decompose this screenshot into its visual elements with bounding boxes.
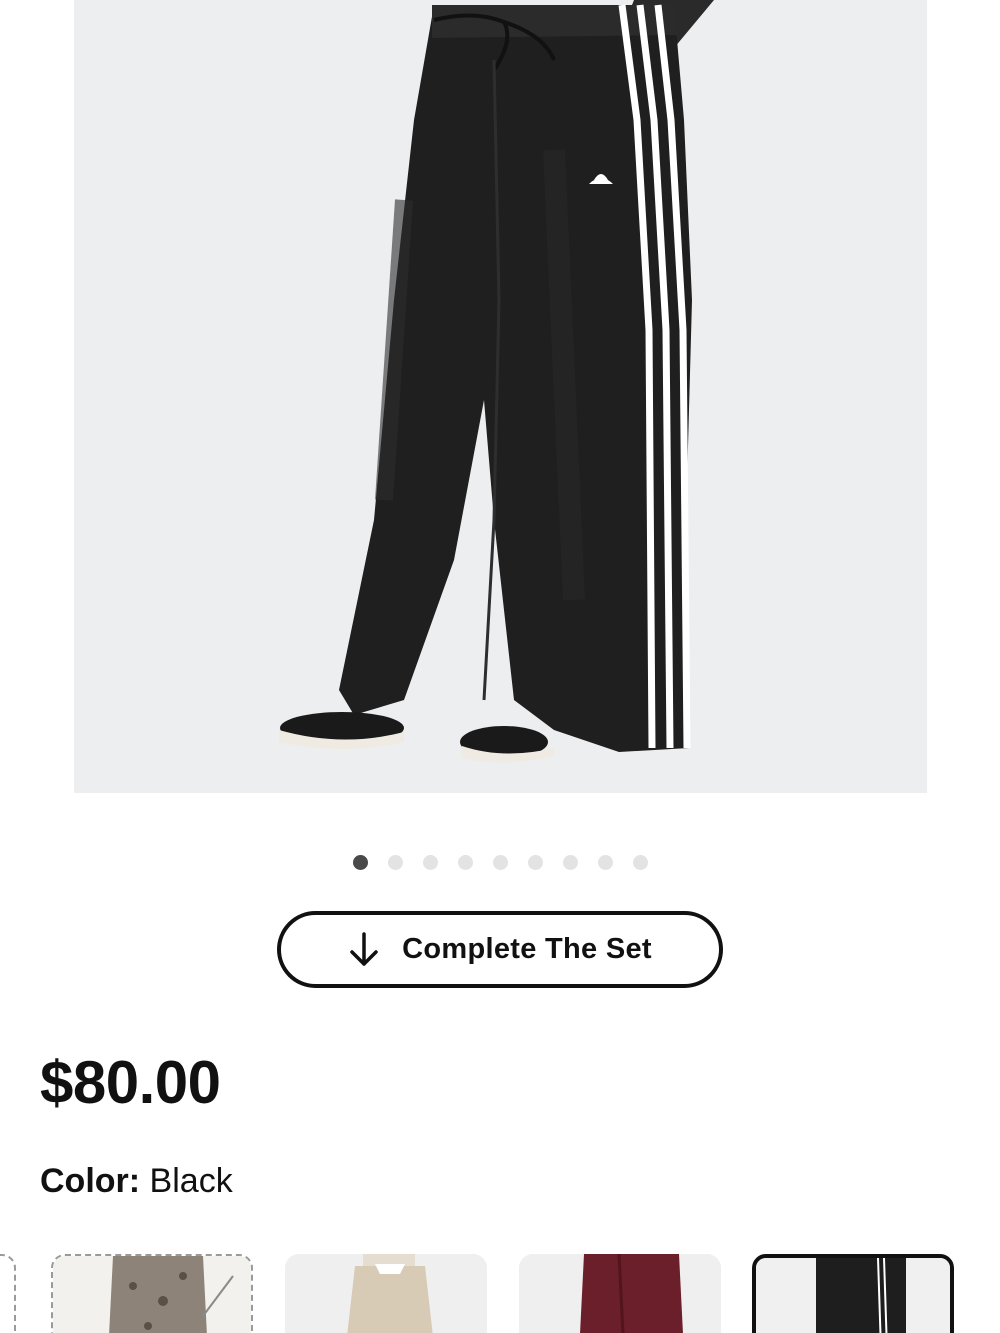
color-selection: Color: Black	[40, 1162, 233, 1201]
color-swatch-grey-leopard[interactable]	[51, 1254, 253, 1333]
swatch-image	[53, 1256, 251, 1333]
product-image-illustration	[279, 0, 714, 763]
color-swatch-beige[interactable]	[285, 1254, 487, 1333]
swatch-image	[756, 1258, 950, 1333]
swatch-image	[285, 1254, 487, 1333]
carousel-dot[interactable]	[562, 855, 578, 870]
swatch-image	[519, 1254, 721, 1333]
carousel-dot[interactable]	[457, 855, 473, 870]
color-swatch-burgundy[interactable]	[519, 1254, 721, 1333]
carousel-dot[interactable]	[527, 855, 543, 870]
color-swatch[interactable]	[0, 1254, 16, 1333]
carousel-dot[interactable]	[387, 855, 403, 870]
carousel-dot[interactable]	[422, 855, 438, 870]
complete-the-set-button[interactable]: Complete The Set	[277, 911, 723, 988]
carousel-dot[interactable]	[597, 855, 613, 870]
color-label: Color:	[40, 1162, 141, 1200]
color-swatches	[0, 1254, 1000, 1333]
product-image[interactable]	[74, 0, 927, 793]
arrow-down-icon	[350, 931, 378, 966]
carousel-dot[interactable]	[492, 855, 508, 870]
color-value: Black	[149, 1162, 233, 1200]
carousel-dot[interactable]	[352, 855, 368, 870]
carousel-dots	[0, 855, 1000, 871]
carousel-dot[interactable]	[632, 855, 648, 870]
product-price: $80.00	[40, 1049, 221, 1116]
complete-the-set-label: Complete The Set	[402, 933, 652, 965]
color-swatch-black[interactable]	[752, 1254, 954, 1333]
